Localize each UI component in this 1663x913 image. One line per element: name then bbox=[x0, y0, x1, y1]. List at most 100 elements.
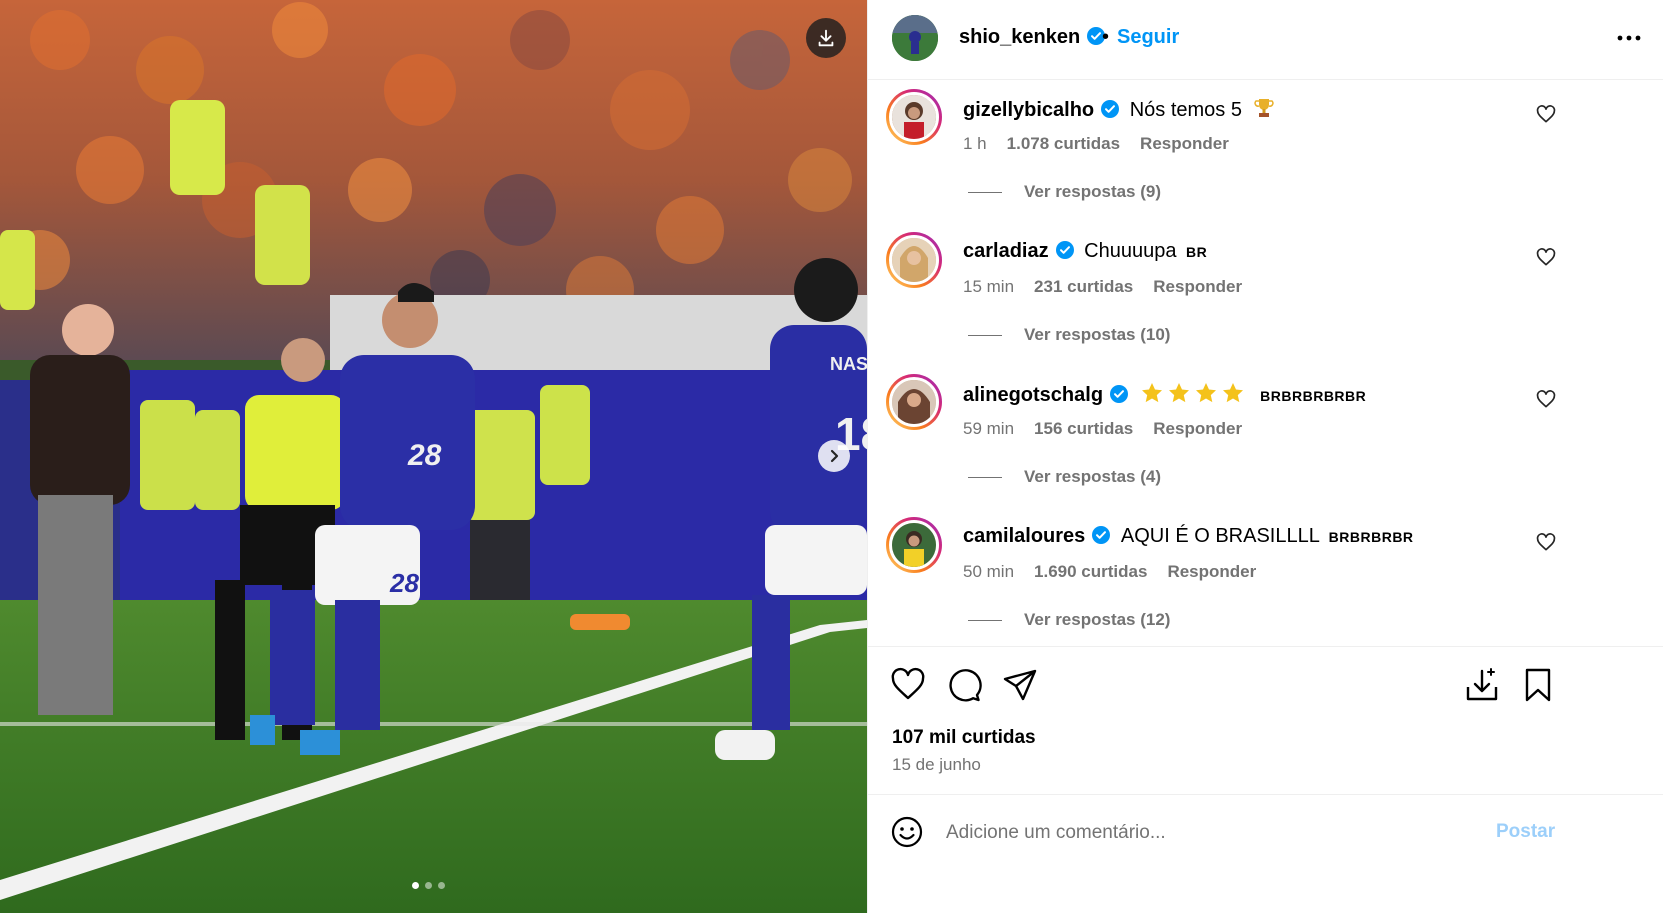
shorts-number: 28 bbox=[389, 568, 419, 598]
download-button[interactable] bbox=[806, 18, 846, 58]
bookmark-icon[interactable] bbox=[1520, 667, 1556, 703]
instagram-post-viewer: 28 28 NASE 18 bbox=[0, 0, 1663, 913]
comment-meta: 15 min 231 curtidas Responder bbox=[963, 277, 1242, 297]
avatar-image bbox=[892, 15, 938, 61]
view-replies-label[interactable]: Ver respostas (10) bbox=[1024, 325, 1170, 345]
comment-avatar[interactable] bbox=[886, 89, 942, 145]
replies-line bbox=[968, 619, 1002, 621]
comment-username[interactable]: carladiaz bbox=[963, 240, 1049, 262]
comments-list[interactable]: gizellybicalho Nós temos 5 1 h 1.078 cur… bbox=[868, 81, 1663, 686]
comment: gizellybicalho Nós temos 5 1 h 1.078 cur… bbox=[868, 81, 1663, 231]
comment-time[interactable]: 50 min bbox=[963, 562, 1014, 582]
post-actions: 107 mil curtidas 15 de junho bbox=[868, 646, 1663, 794]
follow-button[interactable]: Seguir bbox=[1117, 26, 1179, 49]
comment-time[interactable]: 1 h bbox=[963, 134, 987, 154]
replies-line bbox=[968, 334, 1002, 336]
player-number: 28 bbox=[407, 439, 442, 472]
comment-username[interactable]: alinegotschalg bbox=[963, 384, 1103, 406]
avatar-image bbox=[892, 238, 936, 282]
comment-username[interactable]: camilaloures bbox=[963, 525, 1085, 547]
comment-body: alinegotschalg BRBRBRBRBR bbox=[963, 382, 1366, 407]
verified-badge-icon bbox=[1101, 100, 1120, 118]
post-date[interactable]: 15 de junho bbox=[892, 755, 981, 775]
carousel-indicator bbox=[412, 882, 445, 889]
comment-body: carladiaz Chuuuupa BR bbox=[963, 240, 1207, 263]
comment-like-icon[interactable] bbox=[1536, 533, 1556, 553]
post-header: shio_kenken • Seguir bbox=[868, 0, 1663, 80]
comment-suffix: BR bbox=[1186, 244, 1208, 260]
comment-time[interactable]: 59 min bbox=[963, 419, 1014, 439]
verified-badge-icon bbox=[1092, 526, 1111, 544]
photo-scene: 28 28 NASE 18 bbox=[0, 0, 867, 913]
author-username[interactable]: shio_kenken bbox=[959, 26, 1106, 49]
reply-button[interactable]: Responder bbox=[1140, 134, 1229, 154]
avatar-image bbox=[892, 380, 936, 424]
reply-button[interactable]: Responder bbox=[1153, 277, 1242, 297]
heart-icon[interactable] bbox=[890, 667, 926, 703]
more-options-button[interactable] bbox=[1614, 26, 1644, 50]
star-icon bbox=[1141, 383, 1243, 403]
comment-likes[interactable]: 1.690 curtidas bbox=[1034, 562, 1147, 582]
comment-meta: 59 min 156 curtidas Responder bbox=[963, 419, 1242, 439]
comment-avatar[interactable] bbox=[886, 374, 942, 430]
comment-text: Nós temos 5 bbox=[1129, 99, 1242, 121]
share-icon[interactable] bbox=[1002, 667, 1038, 703]
author-avatar[interactable] bbox=[892, 15, 938, 61]
comment-avatar[interactable] bbox=[886, 232, 942, 288]
avatar-image bbox=[892, 95, 936, 139]
post-side-panel: shio_kenken • Seguir gizellybicalho Nós … bbox=[867, 0, 1663, 913]
carousel-next-button[interactable] bbox=[818, 440, 850, 472]
jersey-name: NASE bbox=[830, 354, 867, 374]
save-download-icon[interactable] bbox=[1464, 667, 1500, 703]
header-separator: • bbox=[1102, 26, 1110, 48]
comment-text: AQUI É O BRASILLLL bbox=[1120, 525, 1320, 547]
comment-likes[interactable]: 1.078 curtidas bbox=[1007, 134, 1120, 154]
verified-badge-icon bbox=[1110, 385, 1129, 403]
emoji-icon[interactable] bbox=[890, 815, 924, 849]
comment-body: gizellybicalho Nós temos 5 bbox=[963, 97, 1274, 122]
post-likes-count[interactable]: 107 mil curtidas bbox=[892, 727, 1036, 749]
star-emojis bbox=[1141, 383, 1257, 406]
comment-like-icon[interactable] bbox=[1536, 105, 1556, 125]
comment-meta: 1 h 1.078 curtidas Responder bbox=[963, 134, 1229, 154]
comment-input[interactable] bbox=[946, 817, 1466, 849]
comment-like-icon[interactable] bbox=[1536, 390, 1556, 410]
carousel-dot bbox=[438, 882, 445, 889]
comment-suffix: BRBRBRBR bbox=[1328, 529, 1414, 545]
comment-time[interactable]: 15 min bbox=[963, 277, 1014, 297]
post-photo[interactable]: 28 28 NASE 18 bbox=[0, 0, 867, 913]
comment-suffix: BRBRBRBRBR bbox=[1260, 388, 1367, 404]
reply-button[interactable]: Responder bbox=[1167, 562, 1256, 582]
comment-icon[interactable] bbox=[946, 667, 982, 703]
trophy-icon bbox=[1253, 99, 1274, 117]
comment-meta: 50 min 1.690 curtidas Responder bbox=[963, 562, 1256, 582]
view-replies-button[interactable]: Ver respostas (9) bbox=[968, 182, 1161, 202]
comment-username[interactable]: gizellybicalho bbox=[963, 99, 1094, 121]
replies-line bbox=[968, 191, 1002, 193]
more-options-icon bbox=[1617, 35, 1641, 41]
comment: camilaloures AQUI É O BRASILLLL BRBRBRBR… bbox=[868, 509, 1663, 659]
comment-likes[interactable]: 156 curtidas bbox=[1034, 419, 1133, 439]
comment-avatar[interactable] bbox=[886, 517, 942, 573]
comment-text: Chuuuupa bbox=[1084, 240, 1177, 262]
view-replies-button[interactable]: Ver respostas (12) bbox=[968, 610, 1170, 630]
comment-likes[interactable]: 231 curtidas bbox=[1034, 277, 1133, 297]
author-username-text[interactable]: shio_kenken bbox=[959, 26, 1080, 48]
comment: carladiaz Chuuuupa BR 15 min 231 curtida… bbox=[868, 224, 1663, 374]
comment-composer: Postar bbox=[868, 794, 1663, 869]
view-replies-button[interactable]: Ver respostas (10) bbox=[968, 325, 1170, 345]
view-replies-label[interactable]: Ver respostas (4) bbox=[1024, 467, 1161, 487]
avatar-image bbox=[892, 523, 936, 567]
verified-badge-icon bbox=[1055, 241, 1074, 259]
carousel-dot bbox=[412, 882, 419, 889]
reply-button[interactable]: Responder bbox=[1153, 419, 1242, 439]
comment-body: camilaloures AQUI É O BRASILLLL BRBRBRBR bbox=[963, 525, 1414, 548]
carousel-dot bbox=[425, 882, 432, 889]
view-replies-label[interactable]: Ver respostas (9) bbox=[1024, 182, 1161, 202]
view-replies-button[interactable]: Ver respostas (4) bbox=[968, 467, 1161, 487]
view-replies-label[interactable]: Ver respostas (12) bbox=[1024, 610, 1170, 630]
comment: alinegotschalg BRBRBRBRBR 59 min 156 cur… bbox=[868, 366, 1663, 516]
chevron-right-icon bbox=[830, 449, 839, 463]
comment-like-icon[interactable] bbox=[1536, 248, 1556, 268]
post-comment-button[interactable]: Postar bbox=[1496, 821, 1555, 843]
